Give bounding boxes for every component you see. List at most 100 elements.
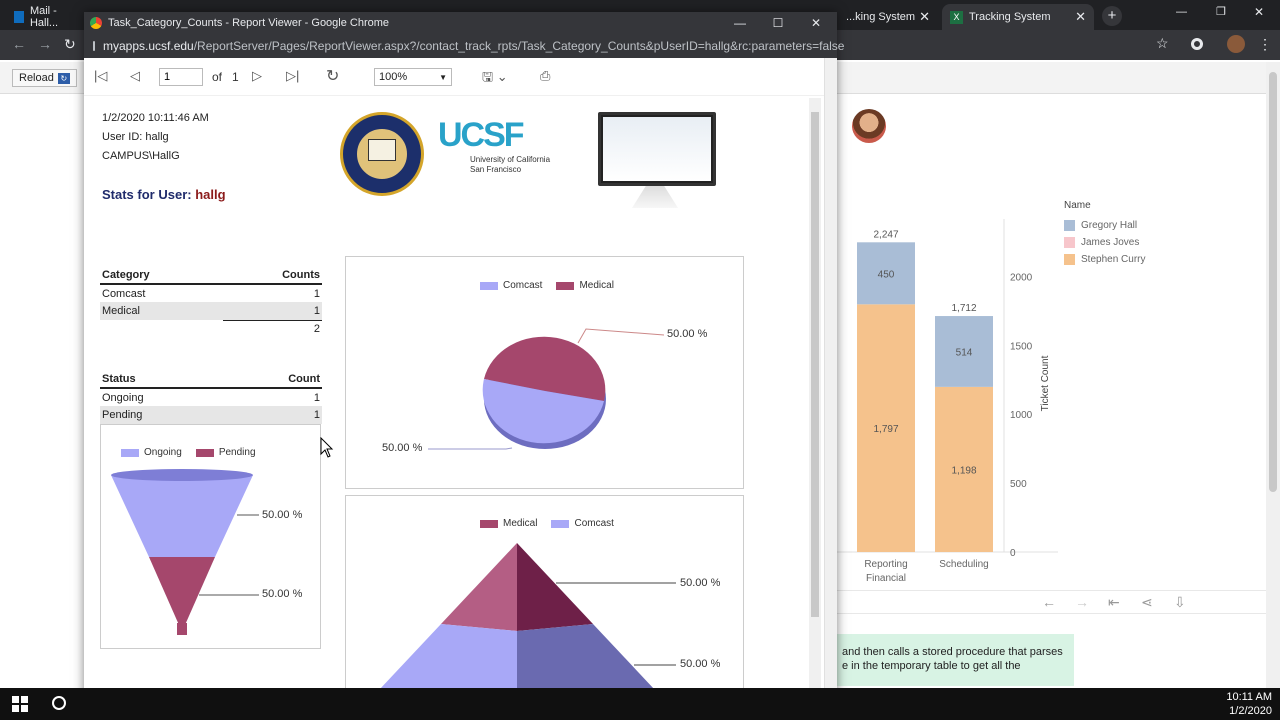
menu-dots-icon[interactable]: ⋮ [1258, 36, 1272, 53]
zoom-select[interactable]: 100% ▼ [374, 68, 452, 86]
tab-mail[interactable]: Mail - Hall... [6, 4, 86, 30]
category-pyramid-chart: Medical Comcast 50.00 % 50.00 % [345, 495, 744, 720]
tab-tracking-system-1[interactable]: ...king System ✕ [838, 4, 938, 30]
share-icon[interactable]: ⋖ [1141, 594, 1153, 611]
monitor-stand [632, 186, 678, 208]
report-body: 1/2/2020 10:11:46 AM User ID: hallg CAMP… [84, 96, 808, 720]
table-cell: Pending [100, 406, 225, 424]
maximize-icon[interactable]: ☐ [759, 12, 797, 34]
first-page-icon[interactable]: |◁ [94, 68, 107, 84]
close-icon[interactable]: ✕ [919, 9, 930, 25]
data-label: 50.00 % [680, 658, 721, 670]
tab-tracking-system-2[interactable]: X Tracking System ✕ [942, 4, 1094, 30]
note-line: e in the temporary table to get all the [842, 660, 1021, 672]
uc-seal-logo [340, 112, 424, 196]
report-user-id: User ID: hallg [102, 131, 169, 143]
table-total: 2 [222, 319, 322, 338]
y-tick-label: 500 [1010, 479, 1027, 490]
tab-label: Tracking System [969, 11, 1051, 23]
refresh-icon[interactable]: ↻ [64, 36, 76, 53]
url-path: /ReportServer/Pages/ReportViewer.aspx?/c… [193, 39, 845, 53]
table-cell: Medical [100, 302, 223, 320]
redo-icon[interactable]: → [1075, 594, 1089, 610]
report-viewer-toolbar: |◁ ◁ of 1 ▷ ▷| ↻ 100% ▼ 🖫 ⌄ ⎙ [84, 58, 837, 96]
legend-label: Stephen Curry [1081, 254, 1146, 265]
lock-icon [93, 41, 95, 51]
y-tick-label: 0 [1010, 548, 1016, 559]
y-tick-label: 1000 [1010, 410, 1033, 421]
data-label: 50.00 % [262, 588, 303, 600]
reload-button[interactable]: Reload ↻ [12, 69, 77, 87]
data-label: 50.00 % [382, 442, 423, 454]
window-scrollbar[interactable] [824, 58, 837, 720]
tab-label: ...king System [846, 11, 916, 23]
next-page-icon[interactable]: ▷ [252, 68, 262, 84]
table-cell: 1 [313, 391, 320, 404]
windows-start-icon[interactable] [12, 696, 28, 712]
taskbar: 10:11 AM 1/2/2020 [0, 688, 1280, 720]
legend-title: Name [1064, 200, 1091, 211]
table-cell: Comcast [102, 287, 146, 300]
bar-label: 1,198 [951, 465, 976, 476]
clock-date: 1/2/2020 [1229, 705, 1272, 717]
zoom-value: 100% [379, 71, 408, 83]
mouse-cursor-icon [320, 437, 334, 458]
system-clock[interactable]: 10:11 AM 1/2/2020 [1226, 690, 1272, 718]
legend-label: James Joves [1081, 237, 1140, 248]
close-icon[interactable]: ✕ [1075, 9, 1086, 25]
report-scrollbar[interactable] [809, 98, 821, 720]
report-domain-user: CAMPUS\HallG [102, 150, 180, 162]
legend-item[interactable]: Gregory Hall [1064, 217, 1145, 234]
last-page-icon[interactable]: ▷| [286, 68, 299, 84]
chrome-icon [90, 17, 102, 29]
data-label: 50.00 % [262, 509, 303, 521]
revert-icon[interactable]: ⇤ [1108, 594, 1120, 611]
refresh-icon[interactable]: ↻ [326, 66, 339, 86]
previous-page-icon[interactable]: ◁ [130, 68, 140, 84]
x-category-label: Reporting [864, 559, 907, 570]
legend-item[interactable]: Stephen Curry [1064, 251, 1145, 268]
x-category-label: Financial [866, 573, 906, 584]
note-line: and then calls a stored procedure that p… [842, 646, 1063, 658]
page-number-input[interactable] [159, 68, 203, 86]
search-icon[interactable] [52, 696, 66, 710]
page-count: of 1 [212, 70, 239, 84]
reload-icon: ↻ [57, 72, 70, 84]
window-close-icon[interactable]: ✕ [1254, 5, 1264, 19]
y-tick-label: 2000 [1010, 272, 1033, 283]
bookmark-star-icon[interactable]: ☆ [1156, 35, 1169, 52]
table-row: Ongoing 1 [100, 388, 322, 406]
column-header: Category [100, 266, 223, 285]
window-title: Task_Category_Counts - Report Viewer - G… [108, 17, 390, 29]
pyramid-graphic [364, 543, 676, 720]
print-icon[interactable]: ⎙ [540, 68, 550, 84]
save-icon[interactable]: 🖫 ⌄ [482, 68, 508, 90]
bar-total-label: 1,712 [951, 303, 976, 314]
outlook-icon [14, 11, 24, 23]
column-header: Count [224, 370, 322, 389]
profile-avatar-icon[interactable] [1227, 35, 1245, 53]
back-icon[interactable]: ← [12, 36, 26, 52]
url-bar[interactable]: myapps.ucsf.edu/ReportServer/Pages/Repor… [84, 34, 844, 58]
ticket-count-bar-chart: 2000 1500 1000 500 0 Ticket Count 1,797 450 2,24… [836, 219, 1058, 584]
extension-icon[interactable] [1191, 38, 1203, 50]
window-close-icon[interactable]: ✕ [797, 12, 835, 34]
ucsf-logo: UCSF University of California San Franci… [438, 116, 550, 175]
forward-icon[interactable]: → [38, 36, 52, 52]
minimize-icon[interactable]: — [721, 12, 759, 34]
undo-icon[interactable]: ← [1042, 594, 1056, 610]
ucsf-logo-line: University of California [470, 155, 551, 164]
maximize-icon[interactable]: ❐ [1216, 5, 1226, 18]
status-table: Status Count Ongoing 1 Pending 1 [100, 370, 322, 424]
pie-graphic [428, 328, 665, 450]
excel-icon: X [950, 10, 963, 24]
legend-item[interactable]: James Joves [1064, 234, 1145, 251]
page-scrollbar[interactable] [1266, 62, 1280, 688]
data-label: 50.00 % [680, 577, 721, 589]
bar-label: 450 [878, 269, 895, 280]
legend-label: Gregory Hall [1081, 220, 1138, 231]
minimize-icon[interactable]: — [1176, 6, 1187, 18]
new-tab-button[interactable]: + [1102, 6, 1122, 26]
download-icon[interactable]: ⇩ [1174, 594, 1186, 611]
column-header: Status [100, 370, 225, 389]
